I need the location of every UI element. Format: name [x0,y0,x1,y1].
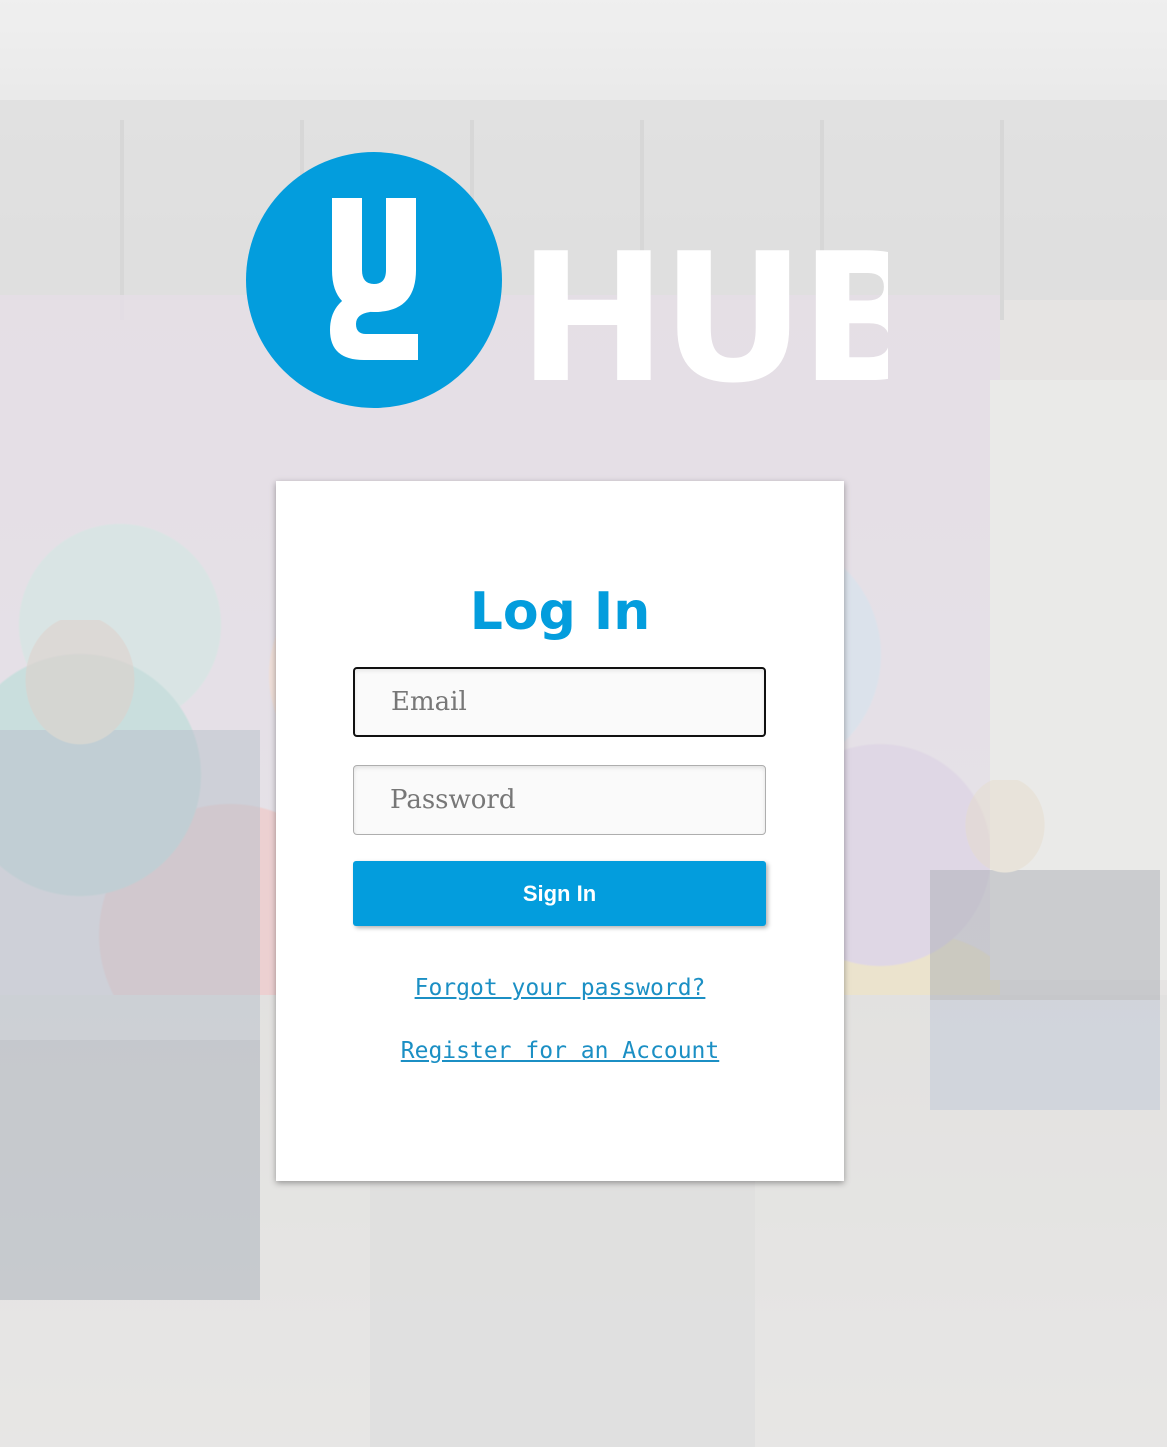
password-field[interactable] [353,765,766,835]
forgot-password-link[interactable]: Forgot your password? [0,975,1120,1001]
hub-logo: HUB [246,152,888,408]
page-title: Log In [469,582,651,642]
uc-logo-icon [246,152,502,408]
email-field[interactable] [353,667,766,737]
register-account-link[interactable]: Register for an Account [0,1038,1120,1064]
svg-text:HUB: HUB [518,222,888,392]
hub-wordmark: HUB [518,222,888,392]
sign-in-button[interactable]: Sign In [353,861,766,926]
